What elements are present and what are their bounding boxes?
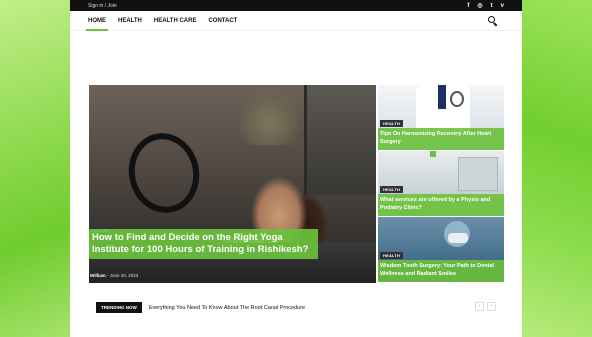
pilates-ring-image [121,126,207,220]
doctor-tie-image [438,85,446,109]
side-post-category[interactable]: HEALTH [380,120,404,127]
main-post-author[interactable]: William [90,273,106,278]
main-post-card[interactable]: HEALTH How to Find and Decide on the Rig… [89,85,376,283]
main-nav: HOME HEALTH HEALTH CARE CONTACT [70,11,522,31]
side-post-title[interactable]: What services are offered by a Physio an… [380,196,502,212]
stethoscope-image [450,91,464,107]
instagram-icon[interactable]: ◎ [477,3,482,9]
side-post-title[interactable]: Wisdom Tooth Surgery: Your Path to Denta… [380,262,502,278]
nav-item-home[interactable]: HOME [86,11,108,31]
chevron-left-icon[interactable]: ‹ [475,302,484,311]
background-right [522,0,592,337]
main-post-meta: William - June 30, 2023 [90,273,139,278]
side-post-category[interactable]: HEALTH [380,252,404,259]
trending-label: TRENDING NOW [96,302,142,313]
vimeo-icon[interactable]: v [501,3,504,9]
trending-bar: TRENDING NOW Everything You Need To Know… [96,302,305,313]
background-window [304,85,376,195]
side-post-card[interactable]: HEALTH Wisdom Tooth Surgery: Your Path t… [378,217,504,282]
side-post-category[interactable]: HEALTH [380,186,404,193]
dentist-mask-image [448,233,468,243]
signin-link[interactable]: Sign in / Join [88,3,117,9]
main-post-title-box: How to Find and Decide on the Right Yoga… [89,229,318,259]
social-links: f ◎ t v [467,3,504,9]
twitter-icon[interactable]: t [491,3,493,9]
nav-item-health-care[interactable]: HEALTH CARE [154,11,197,31]
trending-link[interactable]: Everything You Need To Know About The Ro… [149,305,305,311]
clinic-sign-image [430,151,436,157]
nav-item-contact[interactable]: CONTACT [208,11,237,31]
side-post-caption: Wisdom Tooth Surgery: Your Path to Denta… [378,260,504,282]
facebook-icon[interactable]: f [467,3,469,9]
chevron-right-icon[interactable]: › [487,302,496,311]
side-post-card[interactable]: HEALTH Tips On Harmonizing Recovery Afte… [378,85,504,150]
side-post-title[interactable]: Tips On Harmonizing Recovery After Heart… [380,130,502,146]
nav-item-health[interactable]: HEALTH [118,11,142,31]
background-plant [239,90,299,145]
trending-arrows: ‹ › [475,302,496,311]
background-left [0,0,70,337]
search-icon[interactable] [488,16,498,27]
main-post-title[interactable]: How to Find and Decide on the Right Yoga… [92,232,315,256]
side-post-caption: What services are offered by a Physio an… [378,194,504,216]
side-post-caption: Tips On Harmonizing Recovery After Heart… [378,128,504,150]
featured-grid: HEALTH How to Find and Decide on the Rig… [89,85,504,283]
site-container: Sign in / Join f ◎ t v HOME HEALTH HEALT… [70,0,522,337]
clinic-cabinet-image [458,157,498,191]
main-post-date: June 30, 2023 [109,273,139,278]
top-bar: Sign in / Join f ◎ t v [70,0,522,11]
side-post-card[interactable]: HEALTH What services are offered by a Ph… [378,151,504,216]
